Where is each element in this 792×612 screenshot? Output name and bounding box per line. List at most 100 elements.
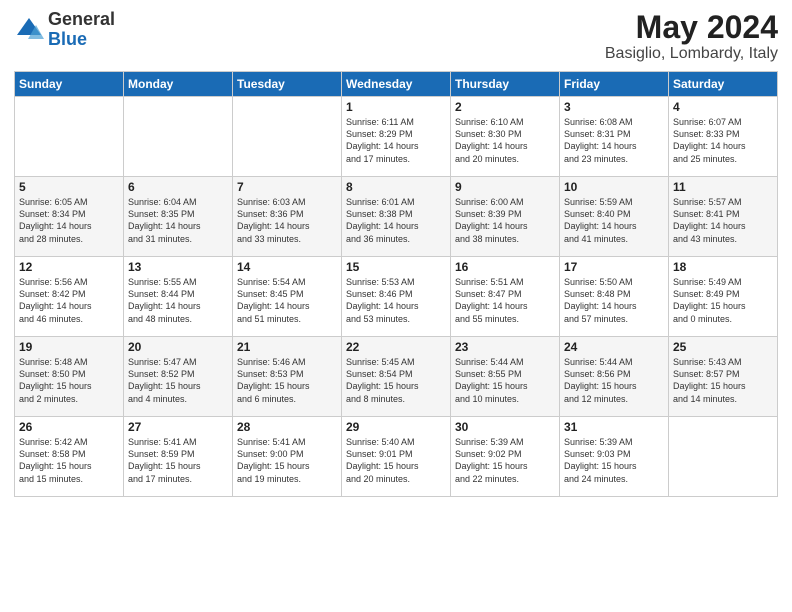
day-info: Sunrise: 5:44 AM Sunset: 8:56 PM Dayligh… [564,356,664,405]
table-cell: 19 Sunrise: 5:48 AM Sunset: 8:50 PM Dayli… [15,337,124,417]
table-cell: 31 Sunrise: 5:39 AM Sunset: 9:03 PM Dayli… [560,417,669,497]
day-number: 17 [564,260,664,274]
table-cell: 17Sunrise: 5:50 AM Sunset: 8:48 PM Dayli… [560,257,669,337]
table-cell: 13 Sunrise: 5:55 AM Sunset: 8:44 PM Dayli… [124,257,233,337]
table-cell [15,97,124,177]
day-number: 29 [346,420,446,434]
logo-blue: Blue [48,30,115,50]
day-info: Sunrise: 5:39 AM Sunset: 9:02 PM Dayligh… [455,436,555,485]
table-cell: 11 Sunrise: 5:57 AM Sunset: 8:41 PM Dayli… [669,177,778,257]
day-number: 31 [564,420,664,434]
table-cell: 18 Sunrise: 5:49 AM Sunset: 8:49 PM Dayli… [669,257,778,337]
day-number: 6 [128,180,228,194]
week-row-1: 5Sunrise: 6:05 AM Sunset: 8:34 PM Daylig… [15,177,778,257]
table-cell: 2Sunrise: 6:10 AM Sunset: 8:30 PM Daylig… [451,97,560,177]
col-wednesday: Wednesday [342,72,451,97]
week-row-0: 1 Sunrise: 6:11 AM Sunset: 8:29 PM Daylig… [15,97,778,177]
table-cell: 4Sunrise: 6:07 AM Sunset: 8:33 PM Daylig… [669,97,778,177]
logo-icon [14,15,44,45]
table-cell: 6 Sunrise: 6:04 AM Sunset: 8:35 PM Daylig… [124,177,233,257]
day-info: Sunrise: 5:45 AM Sunset: 8:54 PM Dayligh… [346,356,446,405]
day-info: Sunrise: 6:01 AM Sunset: 8:38 PM Dayligh… [346,196,446,245]
table-cell: 24 Sunrise: 5:44 AM Sunset: 8:56 PM Dayli… [560,337,669,417]
table-cell: 15Sunrise: 5:53 AM Sunset: 8:46 PM Dayli… [342,257,451,337]
day-info: Sunrise: 5:39 AM Sunset: 9:03 PM Dayligh… [564,436,664,485]
day-number: 15 [346,260,446,274]
day-info: Sunrise: 5:43 AM Sunset: 8:57 PM Dayligh… [673,356,773,405]
day-info: Sunrise: 5:49 AM Sunset: 8:49 PM Dayligh… [673,276,773,325]
day-number: 16 [455,260,555,274]
col-tuesday: Tuesday [233,72,342,97]
day-info: Sunrise: 6:08 AM Sunset: 8:31 PM Dayligh… [564,116,664,165]
col-friday: Friday [560,72,669,97]
day-info: Sunrise: 6:04 AM Sunset: 8:35 PM Dayligh… [128,196,228,245]
calendar: Sunday Monday Tuesday Wednesday Thursday… [14,71,778,497]
day-number: 23 [455,340,555,354]
location: Basiglio, Lombardy, Italy [605,45,778,63]
day-info: Sunrise: 5:48 AM Sunset: 8:50 PM Dayligh… [19,356,119,405]
day-info: Sunrise: 6:07 AM Sunset: 8:33 PM Dayligh… [673,116,773,165]
day-info: Sunrise: 5:59 AM Sunset: 8:40 PM Dayligh… [564,196,664,245]
day-number: 28 [237,420,337,434]
title-block: May 2024 Basiglio, Lombardy, Italy [605,10,778,63]
table-cell: 26Sunrise: 5:42 AM Sunset: 8:58 PM Dayli… [15,417,124,497]
col-sunday: Sunday [15,72,124,97]
day-info: Sunrise: 5:41 AM Sunset: 8:59 PM Dayligh… [128,436,228,485]
day-info: Sunrise: 6:10 AM Sunset: 8:30 PM Dayligh… [455,116,555,165]
day-number: 24 [564,340,664,354]
table-cell: 16 Sunrise: 5:51 AM Sunset: 8:47 PM Dayli… [451,257,560,337]
day-number: 21 [237,340,337,354]
day-info: Sunrise: 5:41 AM Sunset: 9:00 PM Dayligh… [237,436,337,485]
day-number: 27 [128,420,228,434]
table-cell [669,417,778,497]
table-cell: 29 Sunrise: 5:40 AM Sunset: 9:01 PM Dayli… [342,417,451,497]
day-info: Sunrise: 5:40 AM Sunset: 9:01 PM Dayligh… [346,436,446,485]
day-info: Sunrise: 5:51 AM Sunset: 8:47 PM Dayligh… [455,276,555,325]
day-info: Sunrise: 5:56 AM Sunset: 8:42 PM Dayligh… [19,276,119,325]
week-row-3: 19 Sunrise: 5:48 AM Sunset: 8:50 PM Dayli… [15,337,778,417]
day-number: 26 [19,420,119,434]
col-monday: Monday [124,72,233,97]
day-number: 3 [564,100,664,114]
day-info: Sunrise: 5:57 AM Sunset: 8:41 PM Dayligh… [673,196,773,245]
table-cell: 23 Sunrise: 5:44 AM Sunset: 8:55 PM Dayli… [451,337,560,417]
day-number: 10 [564,180,664,194]
table-cell: 8 Sunrise: 6:01 AM Sunset: 8:38 PM Daylig… [342,177,451,257]
day-info: Sunrise: 5:44 AM Sunset: 8:55 PM Dayligh… [455,356,555,405]
day-info: Sunrise: 6:11 AM Sunset: 8:29 PM Dayligh… [346,116,446,165]
day-number: 14 [237,260,337,274]
table-cell: 7 Sunrise: 6:03 AM Sunset: 8:36 PM Daylig… [233,177,342,257]
week-row-4: 26Sunrise: 5:42 AM Sunset: 8:58 PM Dayli… [15,417,778,497]
table-cell: 20Sunrise: 5:47 AM Sunset: 8:52 PM Dayli… [124,337,233,417]
day-number: 18 [673,260,773,274]
table-cell: 25 Sunrise: 5:43 AM Sunset: 8:57 PM Dayli… [669,337,778,417]
day-number: 25 [673,340,773,354]
day-number: 7 [237,180,337,194]
table-cell: 5Sunrise: 6:05 AM Sunset: 8:34 PM Daylig… [15,177,124,257]
day-number: 8 [346,180,446,194]
calendar-header-row: Sunday Monday Tuesday Wednesday Thursday… [15,72,778,97]
table-cell: 1 Sunrise: 6:11 AM Sunset: 8:29 PM Daylig… [342,97,451,177]
week-row-2: 12 Sunrise: 5:56 AM Sunset: 8:42 PM Dayli… [15,257,778,337]
table-cell: 28 Sunrise: 5:41 AM Sunset: 9:00 PM Dayli… [233,417,342,497]
day-number: 11 [673,180,773,194]
day-number: 1 [346,100,446,114]
day-number: 12 [19,260,119,274]
day-info: Sunrise: 5:55 AM Sunset: 8:44 PM Dayligh… [128,276,228,325]
day-number: 30 [455,420,555,434]
day-info: Sunrise: 6:03 AM Sunset: 8:36 PM Dayligh… [237,196,337,245]
table-cell: 22Sunrise: 5:45 AM Sunset: 8:54 PM Dayli… [342,337,451,417]
day-number: 5 [19,180,119,194]
table-cell: 10 Sunrise: 5:59 AM Sunset: 8:40 PM Dayli… [560,177,669,257]
table-cell: 3 Sunrise: 6:08 AM Sunset: 8:31 PM Daylig… [560,97,669,177]
logo: General Blue [14,10,115,50]
table-cell: 14 Sunrise: 5:54 AM Sunset: 8:45 PM Dayli… [233,257,342,337]
day-info: Sunrise: 5:54 AM Sunset: 8:45 PM Dayligh… [237,276,337,325]
day-number: 9 [455,180,555,194]
day-number: 19 [19,340,119,354]
col-saturday: Saturday [669,72,778,97]
day-number: 13 [128,260,228,274]
day-info: Sunrise: 5:46 AM Sunset: 8:53 PM Dayligh… [237,356,337,405]
day-info: Sunrise: 6:00 AM Sunset: 8:39 PM Dayligh… [455,196,555,245]
table-cell: 27 Sunrise: 5:41 AM Sunset: 8:59 PM Dayli… [124,417,233,497]
